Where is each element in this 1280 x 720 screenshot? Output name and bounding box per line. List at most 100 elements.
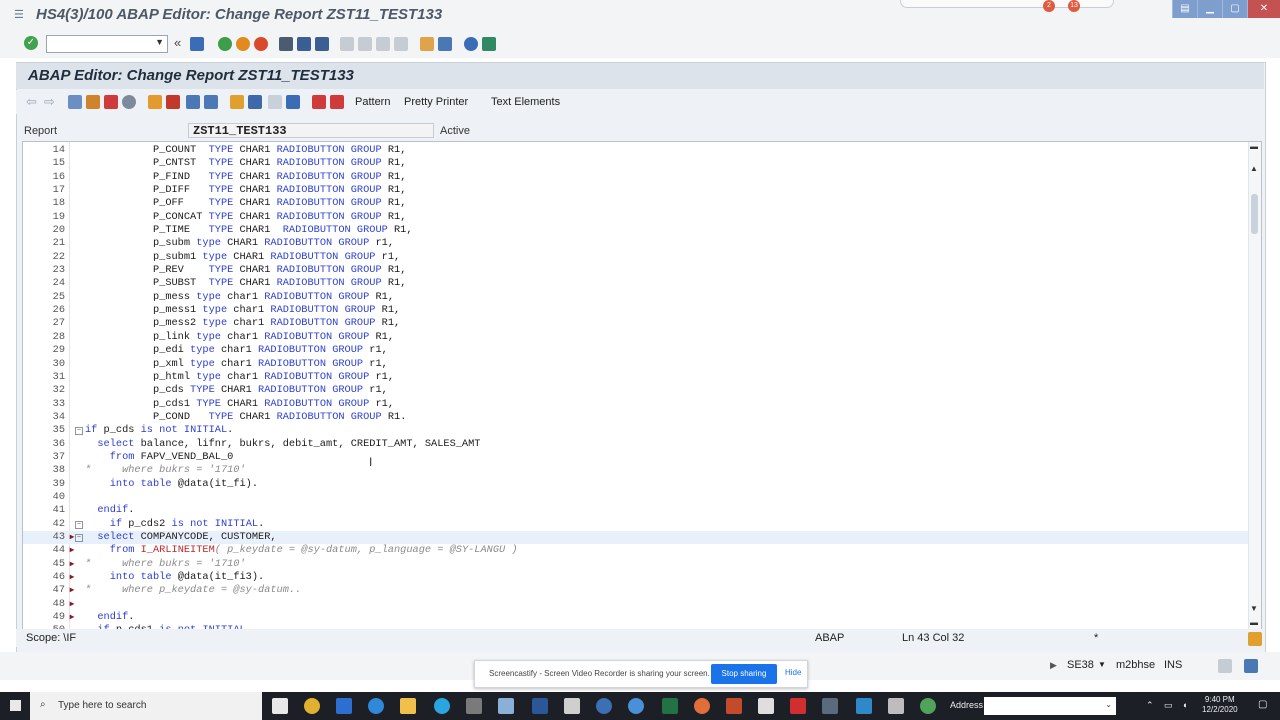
snipping-tool-icon[interactable] <box>466 698 482 714</box>
code-line[interactable]: 27 p_mess2 type char1 RADIOBUTTON GROUP … <box>23 317 1249 330</box>
battery-icon[interactable]: ▭ <box>1164 700 1173 711</box>
scroll-top-icon[interactable]: ▬ <box>1250 142 1258 151</box>
activate-icon[interactable] <box>166 95 180 109</box>
code-line[interactable]: 37 from FAPV_VEND_BAL_0 <box>23 451 1249 464</box>
code-line[interactable]: 30 p_xml type char1 RADIOBUTTON GROUP r1… <box>23 358 1249 371</box>
navigation-window-icon[interactable] <box>268 95 282 109</box>
code-line[interactable]: 35 − if p_cds is not INITIAL. <box>23 424 1249 437</box>
code-editor[interactable]: 14 P_COUNT TYPE CHAR1 RADIOBUTTON GROUP … <box>22 141 1262 630</box>
code-line[interactable]: 40 <box>23 491 1249 504</box>
new-session-icon[interactable] <box>420 37 434 51</box>
external-breakpoint-icon[interactable] <box>330 95 344 109</box>
code-line[interactable]: 16 P_FIND TYPE CHAR1 RADIOBUTTON GROUP R… <box>23 171 1249 184</box>
chevron-down-icon[interactable]: ⌄ <box>1105 700 1112 709</box>
minimize-icon[interactable]: ▁ <box>1197 0 1222 18</box>
breakpoint-marker-icon[interactable]: ▶ <box>67 558 77 571</box>
code-line[interactable]: 14 P_COUNT TYPE CHAR1 RADIOBUTTON GROUP … <box>23 144 1249 157</box>
acrobat-icon[interactable] <box>790 698 806 714</box>
breakpoint-marker-icon[interactable]: ▶ <box>67 584 77 597</box>
back-icon[interactable] <box>218 37 232 51</box>
editor-settings-icon[interactable] <box>1248 632 1262 646</box>
powerpoint-icon[interactable] <box>726 698 742 714</box>
code-line[interactable]: 36 select balance, lifnr, bukrs, debit_a… <box>23 438 1249 451</box>
collapse-icon[interactable]: « <box>174 36 188 50</box>
where-used-icon[interactable] <box>122 95 136 109</box>
breakpoint-marker-icon[interactable]: ▶ <box>67 598 77 611</box>
display-change-icon[interactable] <box>86 95 100 109</box>
chat-icon[interactable] <box>628 698 644 714</box>
scroll-up-icon[interactable]: ▲ <box>1250 164 1258 173</box>
code-line[interactable]: 19 P_CONCAT TYPE CHAR1 RADIOBUTTON GROUP… <box>23 211 1249 224</box>
vertical-scrollbar[interactable]: ▬ ▲ ▼ ▬ <box>1248 142 1261 629</box>
app-d-icon[interactable] <box>596 698 612 714</box>
hide-button[interactable]: Hide <box>785 668 801 677</box>
code-line[interactable]: 26 p_mess1 type char1 RADIOBUTTON GROUP … <box>23 304 1249 317</box>
code-line[interactable]: 22 p_subm1 type CHAR1 RADIOBUTTON GROUP … <box>23 251 1249 264</box>
skype-icon[interactable] <box>434 698 450 714</box>
notification-badge-icon[interactable]: 2 <box>1043 0 1055 12</box>
edge-icon[interactable] <box>368 698 384 714</box>
hierarchy-icon[interactable] <box>230 95 244 109</box>
lock-icon[interactable] <box>1244 659 1258 673</box>
code-line[interactable]: 25 p_mess type char1 RADIOBUTTON GROUP R… <box>23 291 1249 304</box>
fold-toggle-icon[interactable]: − <box>75 520 83 529</box>
connection-icon[interactable] <box>1218 659 1232 673</box>
code-line[interactable]: 39 into table @data(it_fi). <box>23 478 1249 491</box>
taskbar-clock[interactable]: 9:40 PM 12/2/2020 <box>1202 695 1238 715</box>
first-page-icon[interactable] <box>340 37 354 51</box>
code-line[interactable]: 29 p_edi type char1 RADIOBUTTON GROUP r1… <box>23 344 1249 357</box>
code-line[interactable]: 20 P_TIME TYPE CHAR1 RADIOBUTTON GROUP R… <box>23 224 1249 237</box>
previous-page-icon[interactable] <box>358 37 372 51</box>
start-button[interactable] <box>0 692 30 720</box>
code-line[interactable]: 46 ▶ into table @data(it_fi3). <box>23 571 1249 584</box>
next-page-icon[interactable] <box>376 37 390 51</box>
arrow-left-icon[interactable]: ⇦ <box>26 95 40 109</box>
notification-badge-icon[interactable]: 13 <box>1068 0 1080 12</box>
find-icon[interactable] <box>297 37 311 51</box>
breakpoint-marker-icon[interactable]: ▶ <box>67 544 77 557</box>
sap-gui-icon[interactable] <box>888 698 904 714</box>
customize-icon[interactable]: ▤ <box>1172 0 1197 18</box>
code-line[interactable]: 31 p_html type char1 RADIOBUTTON GROUP r… <box>23 371 1249 384</box>
task-view-icon[interactable] <box>272 698 288 714</box>
outlook-icon[interactable] <box>336 698 352 714</box>
paint-icon[interactable] <box>564 698 580 714</box>
taskbar-search[interactable]: ⌕ Type here to search <box>30 692 262 720</box>
notification-icon[interactable]: ▢ <box>1258 699 1267 710</box>
window-menu-icon[interactable]: ☰ <box>14 8 26 21</box>
shortcut-icon[interactable] <box>438 37 452 51</box>
breakpoint-icon[interactable] <box>312 95 326 109</box>
code-line[interactable]: 38 * where bukrs = '1710' <box>23 464 1249 477</box>
pretty-printer-button[interactable]: Pretty Printer <box>404 96 468 108</box>
text-elements-button[interactable]: Text Elements <box>491 96 560 108</box>
excel-icon[interactable] <box>662 698 678 714</box>
chevron-up-icon[interactable]: ⌃ <box>1146 700 1154 711</box>
object-list-icon[interactable] <box>248 95 262 109</box>
sap-logon-icon[interactable] <box>694 698 710 714</box>
code-line[interactable]: 15 P_CNTST TYPE CHAR1 RADIOBUTTON GROUP … <box>23 157 1249 170</box>
check-icon[interactable] <box>148 95 162 109</box>
arrow-right-icon[interactable]: ⇨ <box>44 95 58 109</box>
save-icon[interactable] <box>190 37 204 51</box>
code-line[interactable]: 21 p_subm type CHAR1 RADIOBUTTON GROUP r… <box>23 237 1249 250</box>
code-line[interactable]: 42 − if p_cds2 is not INITIAL. <box>23 518 1249 531</box>
breakpoint-marker-icon[interactable]: ▶ <box>67 571 77 584</box>
files-icon[interactable] <box>822 698 838 714</box>
test-icon[interactable] <box>186 95 200 109</box>
scrollbar-thumb[interactable] <box>1251 194 1258 234</box>
chevron-down-icon[interactable]: ▼ <box>1098 660 1106 669</box>
last-page-icon[interactable] <box>394 37 408 51</box>
insert-mode[interactable]: INS <box>1164 659 1182 671</box>
fold-toggle-icon[interactable]: − <box>75 533 83 542</box>
code-line[interactable]: 33 p_cds1 TYPE CHAR1 RADIOBUTTON GROUP r… <box>23 398 1249 411</box>
direct-processing-icon[interactable] <box>204 95 218 109</box>
footer-toggle-icon[interactable]: ▶ <box>1050 660 1057 671</box>
transaction-code[interactable]: SE38 <box>1067 659 1094 671</box>
enter-check-icon[interactable]: ✓ <box>24 36 38 50</box>
help-icon[interactable] <box>464 37 478 51</box>
code-line[interactable]: 18 P_OFF TYPE CHAR1 RADIOBUTTON GROUP R1… <box>23 197 1249 210</box>
top-tab-handle[interactable] <box>900 0 1114 8</box>
skype-business-icon[interactable] <box>856 698 872 714</box>
notepad-icon[interactable] <box>498 698 514 714</box>
code-line[interactable]: 17 P_DIFF TYPE CHAR1 RADIOBUTTON GROUP R… <box>23 184 1249 197</box>
